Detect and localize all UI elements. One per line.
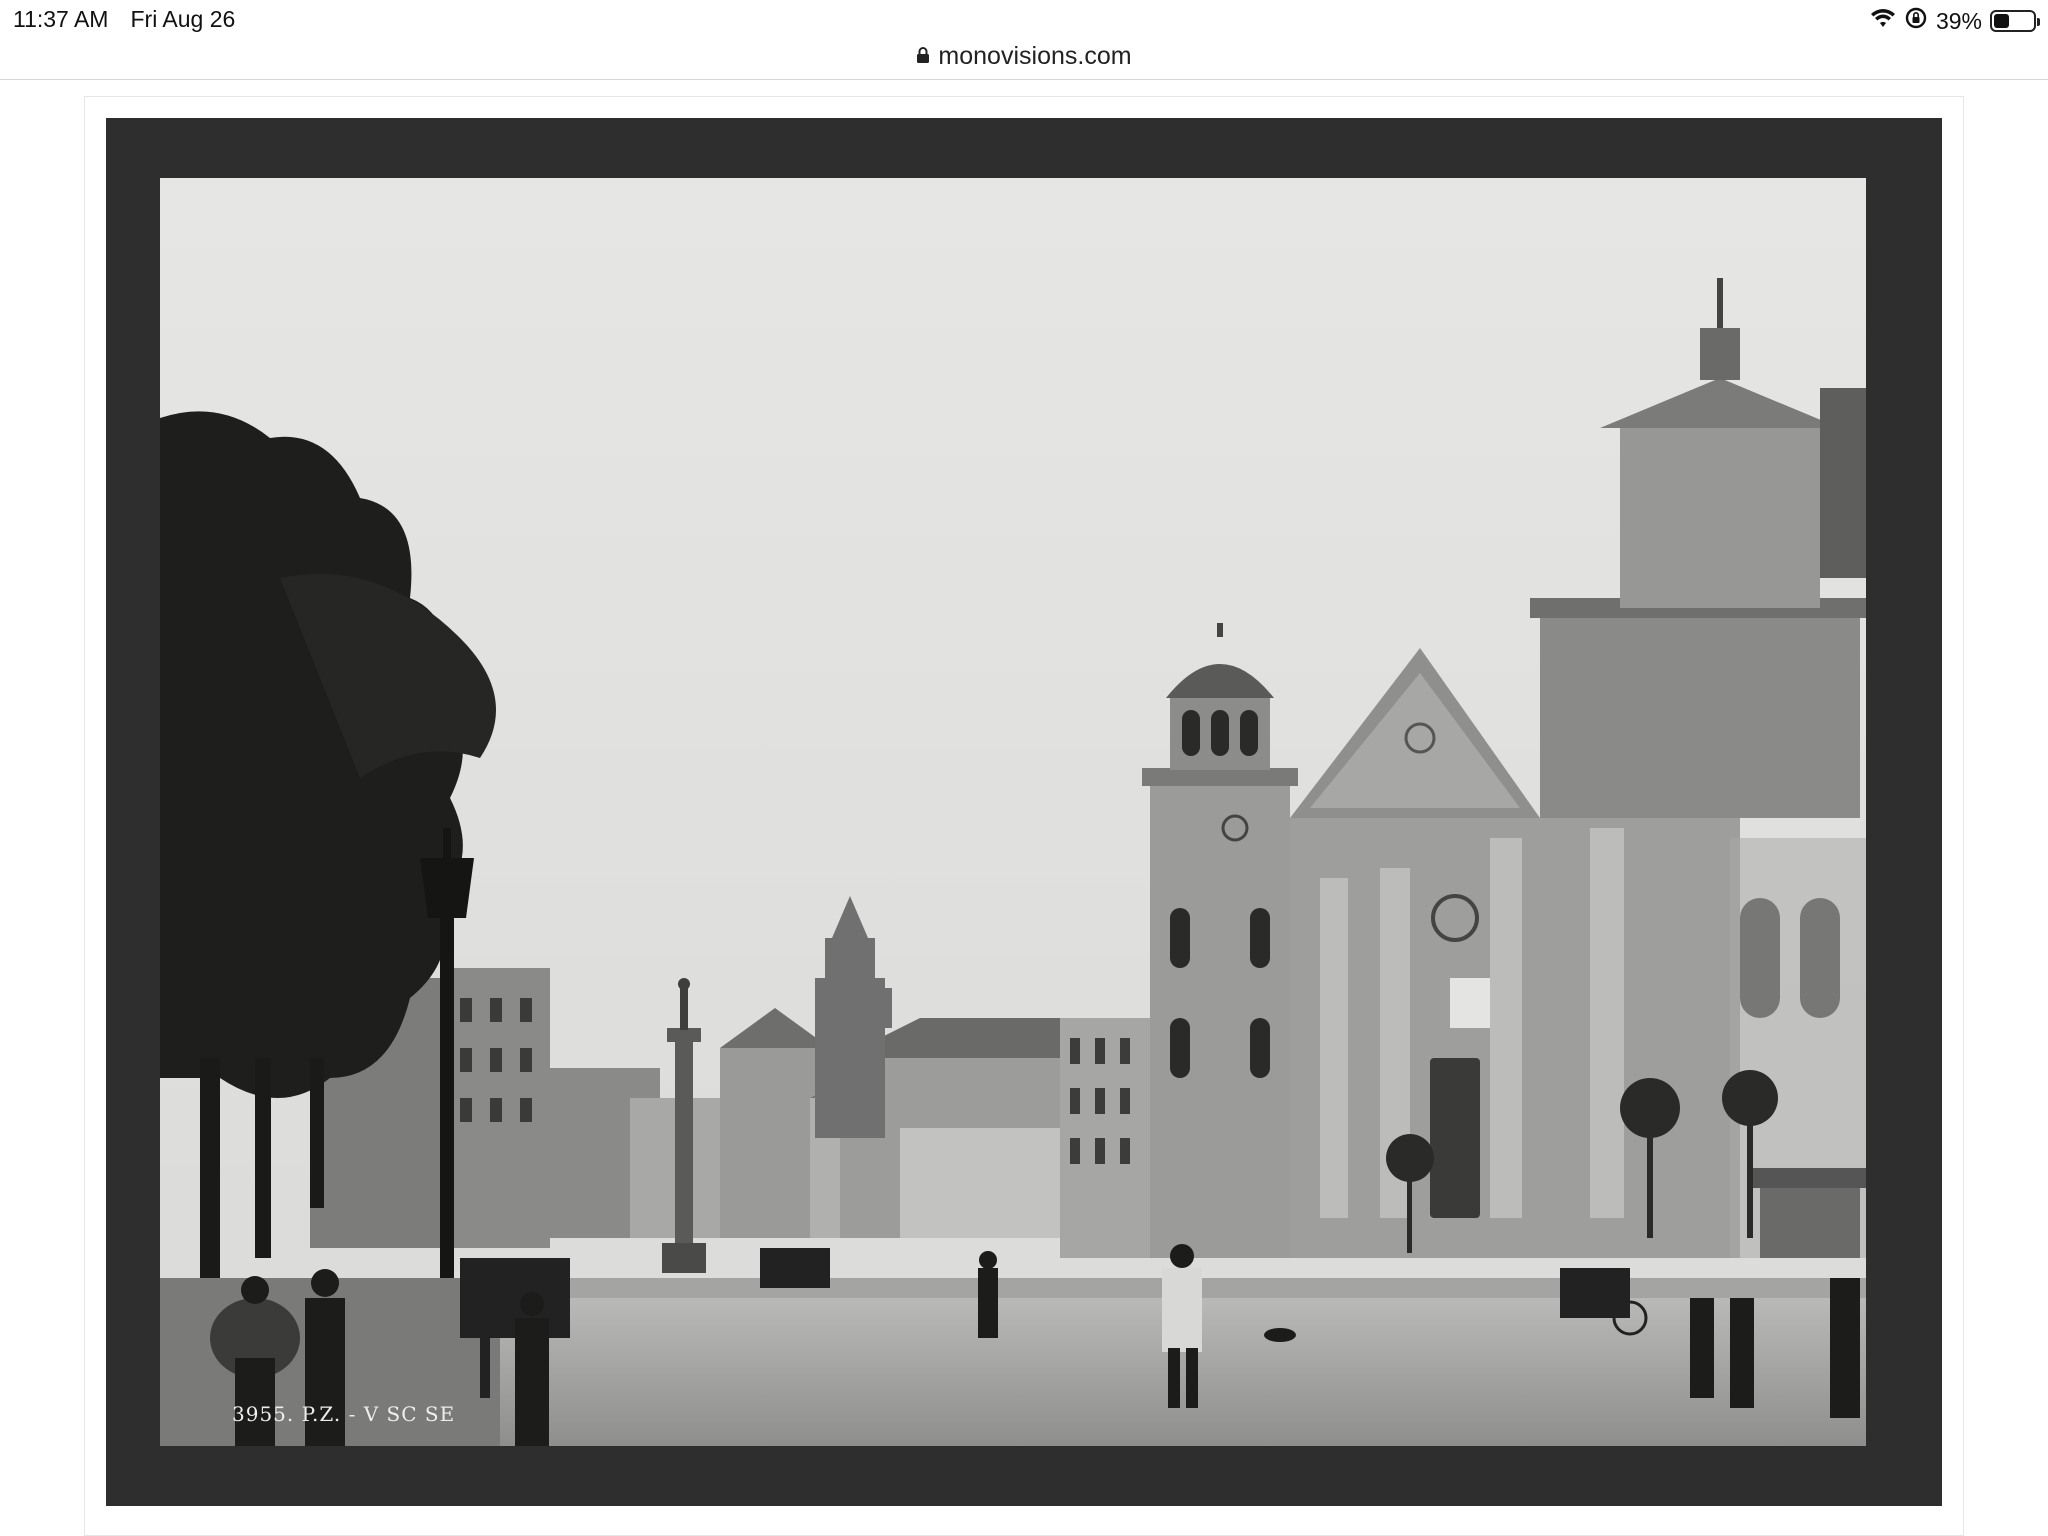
status-date: Fri Aug 26 — [130, 6, 236, 32]
awnings-right — [1750, 1168, 1866, 1258]
battery-percent: 39% — [1935, 7, 1982, 34]
battery-fill — [1994, 14, 2009, 28]
address-bar-divider — [0, 79, 2048, 80]
url-text[interactable]: monovisions.com — [938, 42, 1131, 71]
photo-caption: 3955. P.Z. - V SC SE — [232, 1402, 456, 1426]
rotation-lock-icon — [1904, 6, 1928, 36]
status-time: 11:37 AM — [13, 6, 109, 32]
photo-illustration — [160, 178, 1866, 1446]
lock-icon — [916, 42, 930, 71]
wifi-icon — [1870, 8, 1896, 35]
mid-right-building — [1060, 1018, 1150, 1258]
dog — [1264, 1328, 1296, 1342]
address-bar[interactable]: monovisions.com — [0, 34, 2048, 78]
status-right: 39% — [1870, 6, 2040, 36]
historic-street-photo[interactable]: 3955. P.Z. - V SC SE — [160, 178, 1866, 1446]
status-left: 11:37 AM Fri Aug 26 — [13, 6, 235, 33]
battery-icon — [1990, 10, 2040, 32]
